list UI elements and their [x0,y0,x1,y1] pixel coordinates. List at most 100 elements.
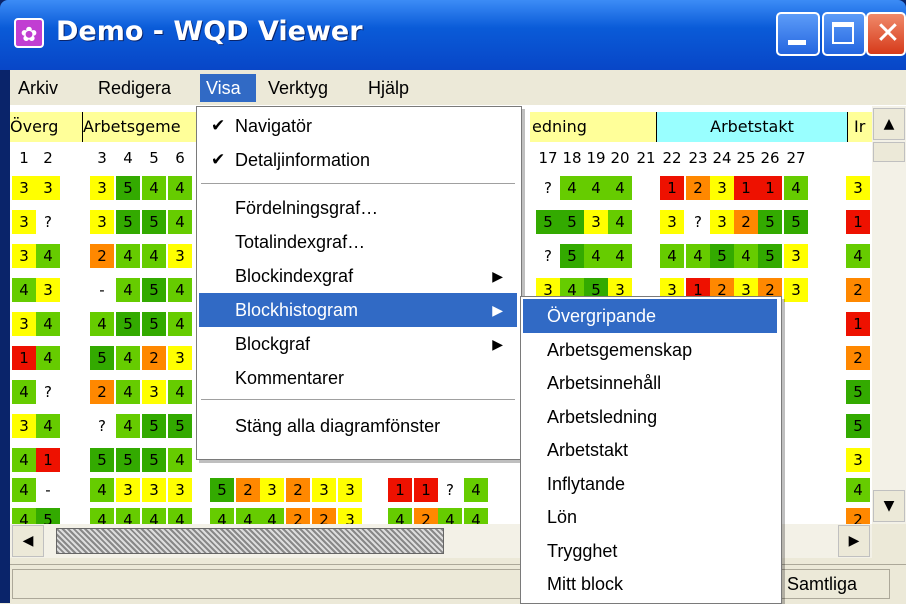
grid-cell[interactable]: 4 [464,508,488,524]
grid-cell[interactable]: 3 [12,414,36,438]
grid-cell[interactable]: ? [536,244,560,268]
menu-item[interactable]: Blockhistogram ▶ [199,293,517,327]
grid-cell[interactable]: 5 [846,414,870,438]
grid-cell[interactable]: 4 [168,278,192,302]
grid-cell[interactable]: 1 [660,176,684,200]
grid-cell[interactable]: 4 [36,346,60,370]
grid-cell[interactable]: 5 [116,176,140,200]
grid-cell[interactable]: 4 [784,176,808,200]
grid-cell[interactable]: 3 [660,210,684,234]
grid-cell[interactable]: 5 [758,244,782,268]
grid-cell[interactable]: 1 [414,478,438,502]
grid-cell[interactable]: 3 [36,278,60,302]
grid-cell[interactable]: 3 [168,346,192,370]
grid-cell[interactable]: 5 [142,278,166,302]
grid-cell[interactable]: 5 [168,414,192,438]
menu-item[interactable]: Totalindexgraf… [199,225,517,259]
grid-cell[interactable]: 3 [710,210,734,234]
grid-cell[interactable]: 5 [560,244,584,268]
grid-cell[interactable]: 1 [758,176,782,200]
grid-cell[interactable]: 4 [464,478,488,502]
minimize-button[interactable] [776,12,820,56]
submenu-item[interactable]: Trygghet [523,534,777,568]
grid-cell[interactable]: 4 [116,380,140,404]
grid-cell[interactable]: ? [686,210,710,234]
grid-cell[interactable]: 5 [90,346,114,370]
grid-cell[interactable]: 4 [168,312,192,336]
close-button[interactable]: ✕ [866,12,906,56]
menu-item[interactable]: ✔ Navigatör [199,109,517,143]
grid-cell[interactable]: 4 [388,508,412,524]
grid-cell[interactable]: 3 [846,176,870,200]
grid-cell[interactable]: 5 [758,210,782,234]
grid-cell[interactable]: 4 [12,278,36,302]
grid-cell[interactable]: 3 [12,176,36,200]
grid-cell[interactable]: 4 [36,312,60,336]
scroll-down-button[interactable]: ▼ [873,490,905,522]
grid-cell[interactable]: ? [36,210,60,234]
grid-cell[interactable]: 3 [90,210,114,234]
grid-cell[interactable]: 5 [710,244,734,268]
menu-item[interactable]: Kommentarer [199,361,517,395]
grid-cell[interactable]: 2 [414,508,438,524]
grid-cell[interactable]: 2 [90,380,114,404]
grid-cell[interactable]: 4 [660,244,684,268]
grid-cell[interactable]: 3 [338,508,362,524]
grid-cell[interactable]: 1 [36,448,60,472]
grid-cell[interactable]: 4 [116,346,140,370]
grid-cell[interactable]: 2 [286,508,310,524]
grid-cell[interactable]: 4 [608,244,632,268]
grid-cell[interactable]: 5 [536,210,560,234]
grid-cell[interactable]: 4 [236,508,260,524]
grid-cell[interactable]: - [36,478,60,502]
grid-cell[interactable]: 3 [142,380,166,404]
grid-cell[interactable]: 5 [142,448,166,472]
menu-arkiv[interactable]: Arkiv [12,74,64,102]
grid-cell[interactable]: ? [438,478,462,502]
grid-cell[interactable]: ? [90,414,114,438]
grid-cell[interactable]: 2 [686,176,710,200]
grid-cell[interactable]: - [90,278,114,302]
grid-cell[interactable]: 5 [90,448,114,472]
grid-cell[interactable]: 5 [142,312,166,336]
grid-cell[interactable]: 2 [142,346,166,370]
grid-cell[interactable]: 4 [142,176,166,200]
grid-cell[interactable]: 4 [210,508,234,524]
menu-item[interactable]: ✔ Detaljinformation [199,143,517,177]
menu-item[interactable]: Blockgraf ▶ [199,327,517,361]
grid-cell[interactable]: 4 [168,380,192,404]
grid-cell[interactable]: 3 [36,176,60,200]
grid-cell[interactable]: 5 [560,210,584,234]
grid-cell[interactable]: 1 [388,478,412,502]
grid-cell[interactable]: 4 [142,244,166,268]
grid-cell[interactable]: 4 [584,244,608,268]
grid-cell[interactable]: 3 [12,312,36,336]
grid-cell[interactable]: 4 [116,508,140,524]
grid-cell[interactable]: 4 [168,176,192,200]
grid-cell[interactable]: 4 [846,478,870,502]
grid-cell[interactable]: 4 [12,478,36,502]
scroll-up-button[interactable]: ▲ [873,108,905,140]
grid-cell[interactable]: 2 [734,210,758,234]
grid-cell[interactable]: 4 [36,414,60,438]
block-header[interactable]: Arbetstakt [656,112,847,142]
grid-cell[interactable]: 3 [312,478,336,502]
grid-cell[interactable]: 4 [846,244,870,268]
grid-cell[interactable]: 4 [686,244,710,268]
grid-cell[interactable]: 5 [846,380,870,404]
menu-item[interactable]: Blockindexgraf ▶ [199,259,517,293]
grid-cell[interactable]: 1 [12,346,36,370]
grid-cell[interactable]: 4 [142,508,166,524]
submenu-item[interactable]: Inflytande [523,467,777,501]
grid-cell[interactable]: 4 [36,244,60,268]
grid-cell[interactable]: 4 [116,244,140,268]
grid-cell[interactable]: 1 [846,210,870,234]
submenu-item[interactable]: Arbetsledning [523,400,777,434]
grid-cell[interactable]: 1 [846,312,870,336]
grid-cell[interactable]: 2 [312,508,336,524]
grid-cell[interactable]: 2 [846,346,870,370]
grid-cell[interactable]: 2 [236,478,260,502]
scroll-left-button[interactable]: ◀ [12,525,44,557]
submenu-item[interactable]: Arbetsgemenskap [523,333,777,367]
grid-cell[interactable]: 3 [12,210,36,234]
